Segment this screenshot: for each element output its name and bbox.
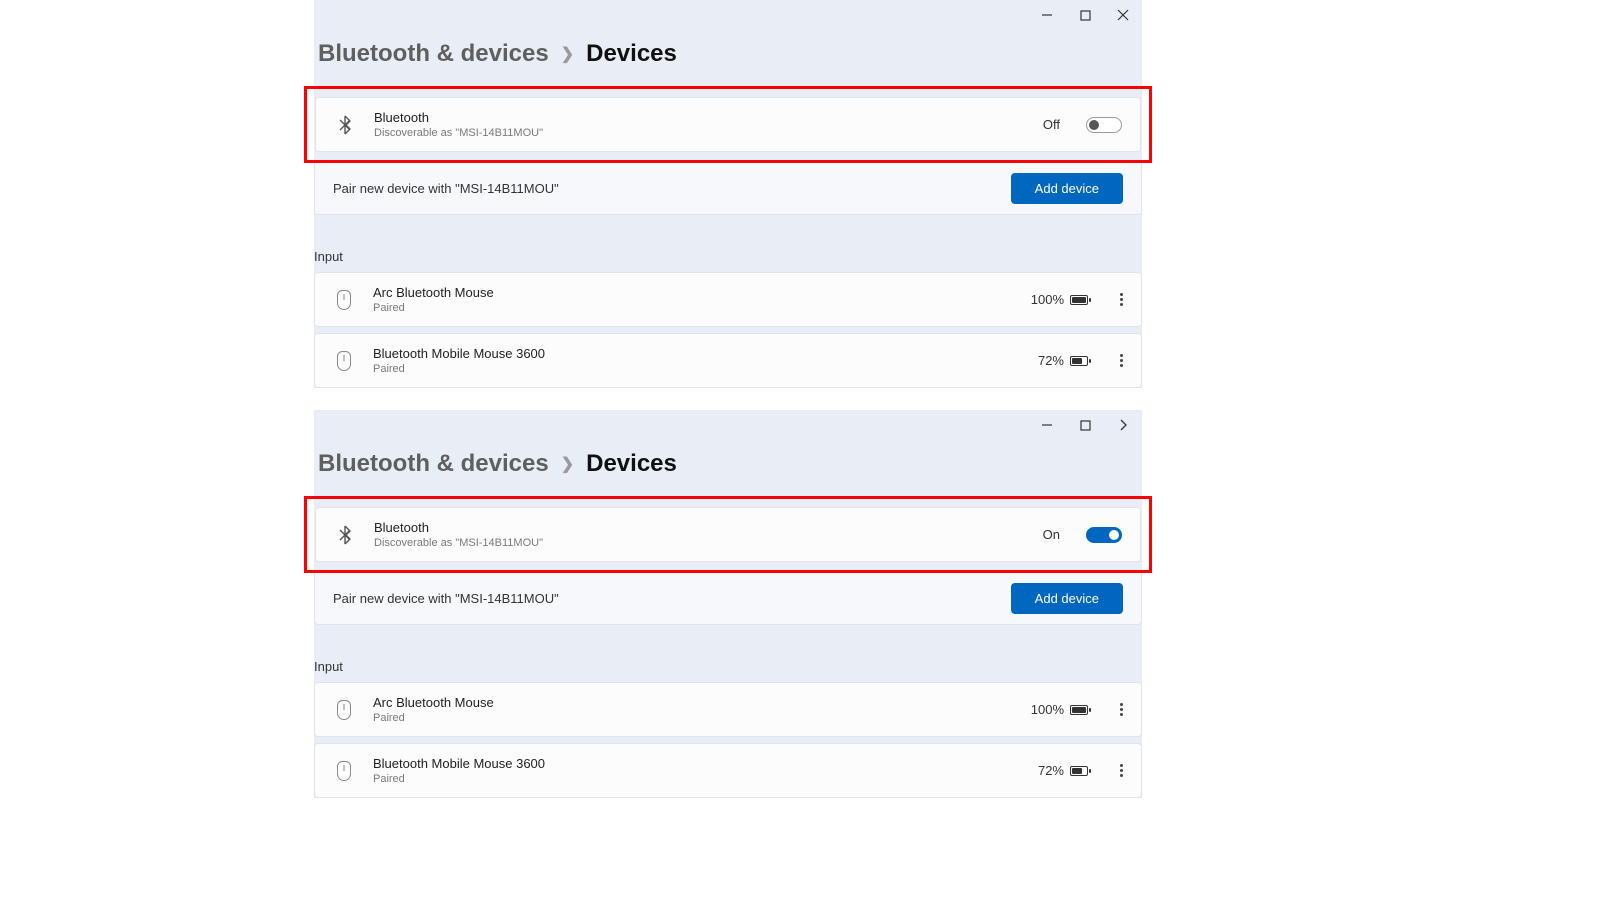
device-texts: Bluetooth Mobile Mouse 3600 Paired bbox=[373, 756, 1020, 785]
device-texts: Arc Bluetooth Mouse Paired bbox=[373, 695, 1013, 724]
device-row[interactable]: Bluetooth Mobile Mouse 3600 Paired 72% bbox=[314, 333, 1142, 388]
device-battery-level: 100% bbox=[1031, 702, 1064, 717]
device-status: Paired bbox=[373, 363, 1020, 375]
bluetooth-toggle[interactable] bbox=[1086, 527, 1122, 543]
device-battery-level: 72% bbox=[1038, 353, 1064, 368]
device-name: Bluetooth Mobile Mouse 3600 bbox=[373, 346, 1020, 361]
input-section-label: Input bbox=[314, 249, 1142, 264]
battery-icon bbox=[1070, 295, 1088, 305]
mouse-icon bbox=[333, 761, 355, 781]
device-name: Arc Bluetooth Mouse bbox=[373, 285, 1013, 300]
battery-icon bbox=[1070, 356, 1088, 366]
more-options-icon[interactable] bbox=[1120, 703, 1123, 716]
device-texts: Arc Bluetooth Mouse Paired bbox=[373, 285, 1013, 314]
add-device-button[interactable]: Add device bbox=[1011, 173, 1123, 204]
device-battery: 100% bbox=[1031, 292, 1088, 307]
mouse-icon bbox=[333, 290, 355, 310]
device-status: Paired bbox=[373, 712, 1013, 724]
more-options-icon[interactable] bbox=[1120, 293, 1123, 306]
breadcrumb: Bluetooth & devices ❯ Devices bbox=[314, 440, 1142, 496]
bluetooth-toggle[interactable] bbox=[1086, 117, 1122, 133]
bluetooth-row[interactable]: Bluetooth Discoverable as "MSI-14B11MOU"… bbox=[315, 97, 1141, 152]
bluetooth-subtitle: Discoverable as "MSI-14B11MOU" bbox=[374, 127, 1025, 139]
titlebar bbox=[314, 0, 1142, 30]
input-section-label: Input bbox=[314, 659, 1142, 674]
device-battery: 100% bbox=[1031, 702, 1088, 717]
bluetooth-subtitle: Discoverable as "MSI-14B11MOU" bbox=[374, 537, 1025, 549]
minimize-icon[interactable] bbox=[1040, 418, 1054, 432]
breadcrumb-current: Devices bbox=[586, 450, 677, 478]
mouse-icon bbox=[333, 700, 355, 720]
battery-icon bbox=[1070, 705, 1088, 715]
bluetooth-title: Bluetooth bbox=[374, 110, 1025, 125]
bluetooth-state-label: On bbox=[1043, 527, 1060, 542]
bluetooth-icon bbox=[334, 115, 356, 135]
titlebar bbox=[314, 410, 1142, 440]
device-texts: Bluetooth Mobile Mouse 3600 Paired bbox=[373, 346, 1020, 375]
more-options-icon[interactable] bbox=[1120, 764, 1123, 777]
breadcrumb-parent[interactable]: Bluetooth & devices bbox=[318, 40, 549, 68]
device-row[interactable]: Bluetooth Mobile Mouse 3600 Paired 72% bbox=[314, 743, 1142, 798]
pair-text: Pair new device with "MSI-14B11MOU" bbox=[333, 181, 1011, 196]
device-battery: 72% bbox=[1038, 763, 1088, 778]
bluetooth-texts: Bluetooth Discoverable as "MSI-14B11MOU" bbox=[374, 520, 1025, 549]
breadcrumb-current: Devices bbox=[586, 40, 677, 68]
bluetooth-state-label: Off bbox=[1043, 117, 1060, 132]
device-status: Paired bbox=[373, 773, 1020, 785]
minimize-icon[interactable] bbox=[1040, 8, 1054, 22]
battery-icon bbox=[1070, 766, 1088, 776]
device-battery-level: 100% bbox=[1031, 292, 1064, 307]
more-options-icon[interactable] bbox=[1120, 354, 1123, 367]
device-row[interactable]: Arc Bluetooth Mouse Paired 100% bbox=[314, 272, 1142, 327]
bluetooth-texts: Bluetooth Discoverable as "MSI-14B11MOU" bbox=[374, 110, 1025, 139]
pair-text: Pair new device with "MSI-14B11MOU" bbox=[333, 591, 1011, 606]
chevron-right-icon: ❯ bbox=[561, 44, 574, 64]
maximize-icon[interactable] bbox=[1078, 8, 1092, 22]
bluetooth-row[interactable]: Bluetooth Discoverable as "MSI-14B11MOU"… bbox=[315, 507, 1141, 562]
highlight-box: Bluetooth Discoverable as "MSI-14B11MOU"… bbox=[304, 496, 1152, 573]
settings-window-on: Bluetooth & devices ❯ Devices Bluetooth … bbox=[314, 410, 1142, 798]
device-name: Arc Bluetooth Mouse bbox=[373, 695, 1013, 710]
breadcrumb-parent[interactable]: Bluetooth & devices bbox=[318, 450, 549, 478]
breadcrumb: Bluetooth & devices ❯ Devices bbox=[314, 30, 1142, 86]
bluetooth-title: Bluetooth bbox=[374, 520, 1025, 535]
mouse-icon bbox=[333, 351, 355, 371]
close-icon[interactable] bbox=[1116, 8, 1130, 22]
add-device-button[interactable]: Add device bbox=[1011, 583, 1123, 614]
pair-row: Pair new device with "MSI-14B11MOU" Add … bbox=[314, 163, 1142, 215]
highlight-box: Bluetooth Discoverable as "MSI-14B11MOU"… bbox=[304, 86, 1152, 163]
maximize-icon[interactable] bbox=[1078, 418, 1092, 432]
device-status: Paired bbox=[373, 302, 1013, 314]
settings-window-off: Bluetooth & devices ❯ Devices Bluetooth … bbox=[314, 0, 1142, 388]
chevron-right-icon: ❯ bbox=[561, 454, 574, 474]
device-row[interactable]: Arc Bluetooth Mouse Paired 100% bbox=[314, 682, 1142, 737]
device-battery: 72% bbox=[1038, 353, 1088, 368]
bluetooth-icon bbox=[334, 525, 356, 545]
chevron-right-icon[interactable] bbox=[1116, 418, 1130, 432]
pair-row: Pair new device with "MSI-14B11MOU" Add … bbox=[314, 573, 1142, 625]
device-battery-level: 72% bbox=[1038, 763, 1064, 778]
device-name: Bluetooth Mobile Mouse 3600 bbox=[373, 756, 1020, 771]
